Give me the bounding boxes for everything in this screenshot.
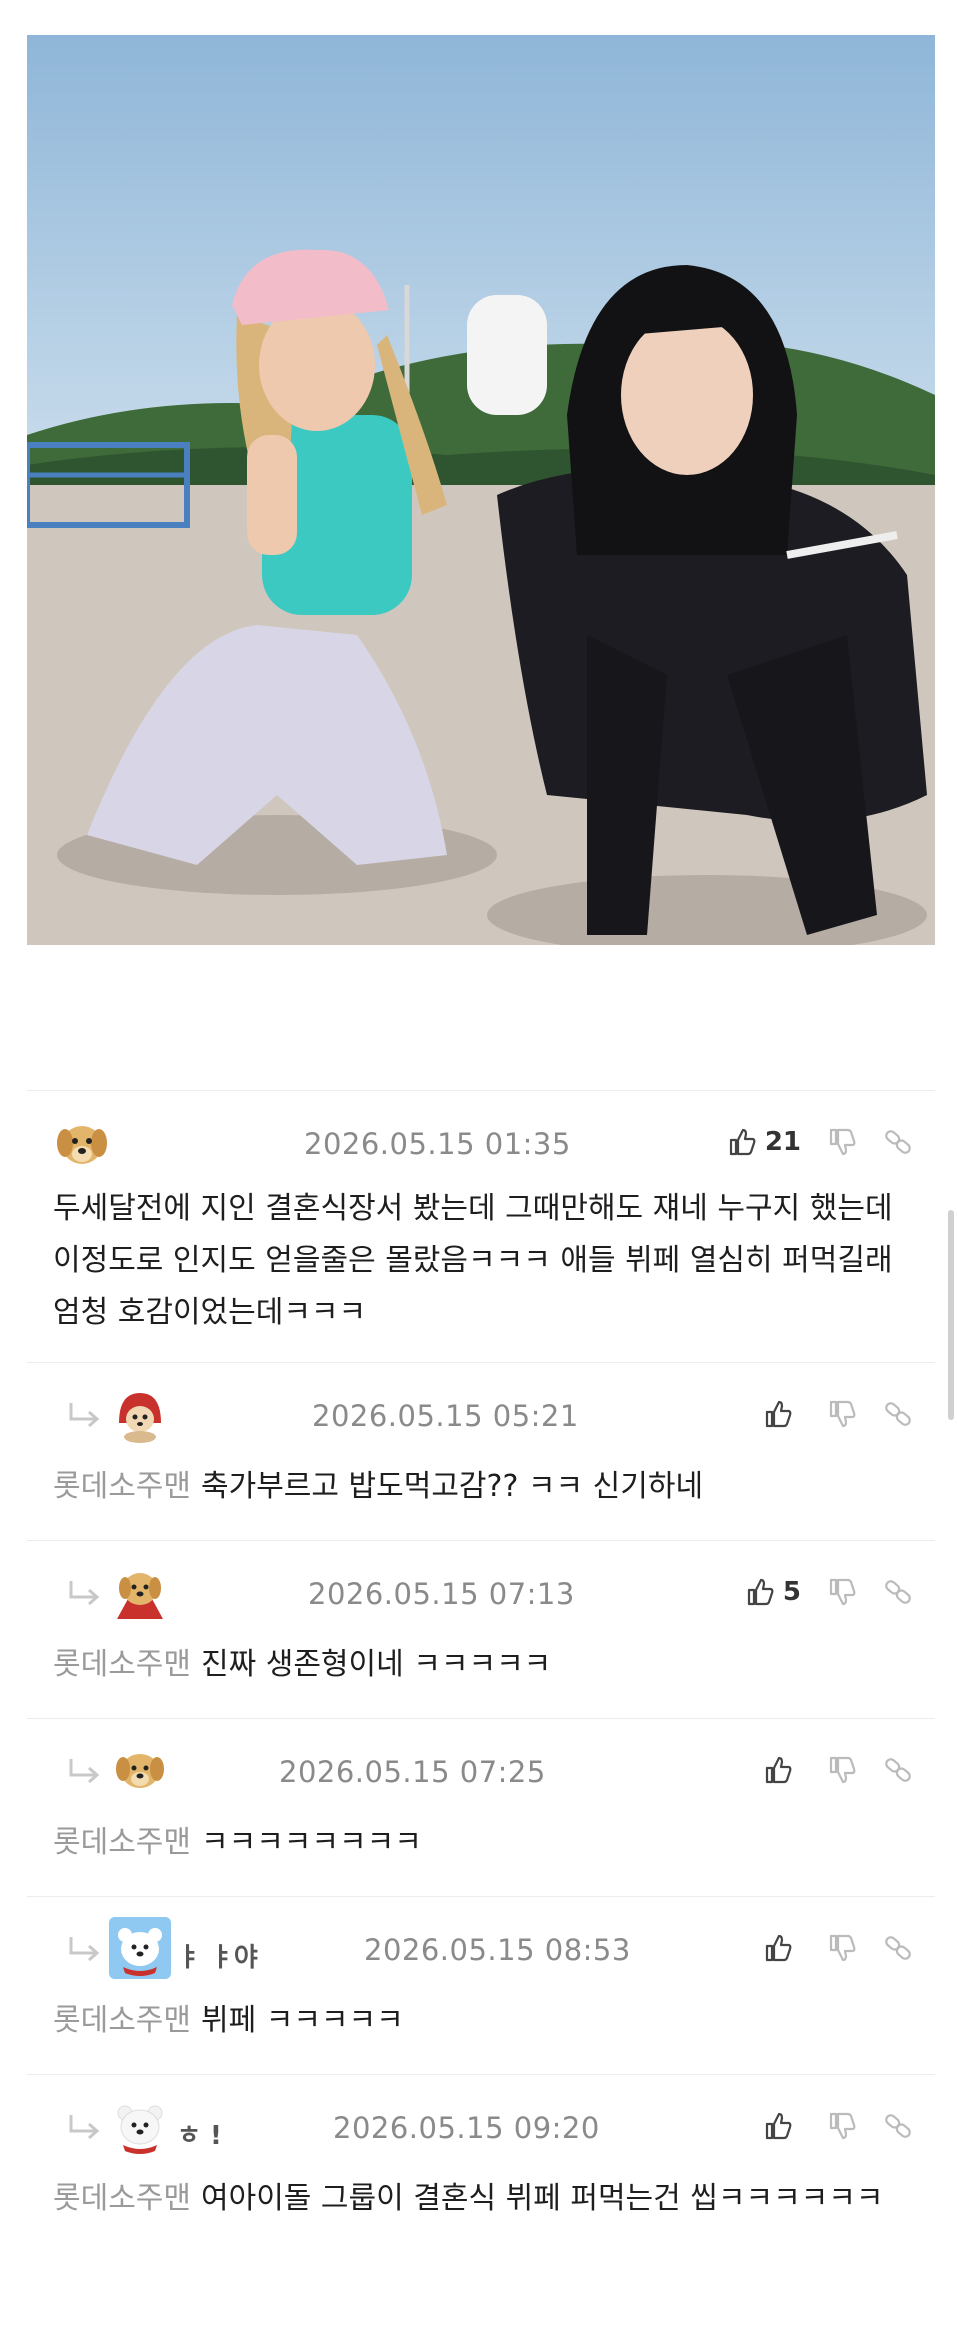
thumbs-up-icon: [729, 1128, 756, 1156]
reply-text: 축가부르고 밥도먹고감?? ㅋㅋ 신기하네: [201, 1469, 704, 1504]
reply-mention[interactable]: 롯데소주맨: [53, 1825, 191, 1860]
reply-mention[interactable]: 롯데소주맨: [53, 2181, 191, 2216]
comment: 2026.05.15 01:35 21 두세달전에 지인 결혼식장서 봤는데 그…: [27, 1090, 935, 1362]
comment-header: 2026.05.15 07:13 5: [27, 1541, 935, 1631]
username-partial[interactable]: ㅎ !: [177, 2115, 222, 2152]
thumbs-down-icon: [829, 1756, 856, 1784]
like-button[interactable]: 5: [745, 1577, 801, 1607]
reply-mention[interactable]: 롯데소주맨: [53, 1469, 191, 1504]
comment-date: 2026.05.15 08:53: [364, 1933, 631, 1967]
link-icon: [885, 1580, 911, 1604]
like-button[interactable]: [763, 1399, 801, 1429]
like-button[interactable]: [763, 1933, 801, 1963]
username-redacted: [181, 1567, 291, 1615]
reply-arrow-icon: [69, 1581, 100, 1605]
comment-actions: 5: [719, 1575, 913, 1609]
reply-arrow-icon: [69, 1937, 100, 1961]
comment-text: 두세달전에 지인 결혼식장서 봤는데 그때만해도 쟤네 누구지 했는데 이정도로…: [53, 1191, 893, 1330]
link-icon: [885, 2114, 911, 2138]
reply-text: 진짜 생존형이네 ㅋㅋㅋㅋㅋ: [201, 1647, 552, 1682]
reply-comment: ㅑ ㅑ야 2026.05.15 08:53 롯데소주맨 뷔페 ㅋㅋㅋㅋㅋ: [27, 1896, 935, 2074]
thumbs-up-icon: [765, 1756, 792, 1784]
comment-text: 롯데소주맨 여아이돌 그룹이 결혼식 뷔페 퍼먹는건 씹ㅋㅋㅋㅋㅋㅋ: [53, 2173, 895, 2225]
share-link-button[interactable]: [883, 1755, 913, 1785]
share-link-button[interactable]: [883, 2111, 913, 2141]
comment-header: 2026.05.15 01:35 21: [27, 1091, 935, 1181]
link-icon: [885, 1758, 911, 1782]
comment-text: 롯데소주맨 ㅋㅋㅋㅋㅋㅋㅋㅋ: [53, 1817, 895, 1869]
reply-arrow-icon: [69, 1403, 100, 1427]
comment-header: ㅑ ㅑ야 2026.05.15 08:53: [27, 1897, 935, 1987]
thumbs-up-icon: [765, 1934, 792, 1962]
dislike-button[interactable]: [827, 1933, 857, 1963]
comment-text: 롯데소주맨 축가부르고 밥도먹고감?? ㅋㅋ 신기하네: [53, 1461, 895, 1513]
comment-date: 2026.05.15 07:25: [279, 1755, 546, 1789]
reply-text: 뷔페 ㅋㅋㅋㅋㅋ: [201, 2003, 404, 2038]
like-count: 21: [764, 1127, 801, 1157]
like-button[interactable]: 21: [727, 1127, 801, 1157]
comment-date: 2026.05.15 01:35: [304, 1127, 571, 1161]
thumbs-down-icon: [829, 1934, 856, 1962]
reply-comment: 2026.05.15 07:13 5 롯데소주맨 진짜 생존형이네 ㅋㅋㅋㅋㅋ: [27, 1540, 935, 1718]
reply-arrow-icon: [69, 2115, 100, 2139]
link-icon: [885, 1130, 911, 1154]
like-button[interactable]: [763, 2111, 801, 2141]
scrollbar[interactable]: [948, 1210, 954, 1420]
comment-text: 롯데소주맨 뷔페 ㅋㅋㅋㅋㅋ: [53, 1995, 895, 2047]
post-photo[interactable]: [27, 35, 935, 945]
reply-comment: 2026.05.15 07:25 롯데소주맨 ㅋㅋㅋㅋㅋㅋㅋㅋ: [27, 1718, 935, 1896]
comment-header: ㅎ ! 2026.05.15 09:20: [27, 2075, 935, 2165]
comment-date: 2026.05.15 09:20: [333, 2111, 600, 2145]
comment-header: 2026.05.15 07:25: [27, 1719, 935, 1809]
share-link-button[interactable]: [883, 1127, 913, 1157]
polar-bear-avatar-icon[interactable]: [109, 1917, 171, 1979]
dislike-button[interactable]: [827, 1127, 857, 1157]
share-link-button[interactable]: [883, 1399, 913, 1429]
red-hood-dog-avatar-icon[interactable]: [109, 1383, 171, 1445]
dislike-button[interactable]: [827, 2111, 857, 2141]
reply-text: 여아이돌 그룹이 결혼식 뷔페 퍼먹는건 씹ㅋㅋㅋㅋㅋㅋ: [201, 2181, 884, 2216]
comment-actions: [737, 1397, 913, 1431]
username-partial[interactable]: ㅑ ㅑ야: [177, 1937, 258, 1974]
comment-thread: 2026.05.15 01:35 21 두세달전에 지인 결혼식장서 봤는데 그…: [27, 1090, 935, 2284]
share-link-button[interactable]: [883, 1577, 913, 1607]
thumbs-up-icon: [765, 2112, 792, 2140]
comment-actions: [737, 1931, 913, 1965]
puppy-cape-avatar-icon[interactable]: [109, 1561, 171, 1623]
reply-comment: 2026.05.15 05:21 롯데소주맨 축가부르고 밥도먹고감?? ㅋㅋ 신…: [27, 1362, 935, 1540]
puppy-avatar-icon[interactable]: [51, 1111, 113, 1173]
link-icon: [885, 1402, 911, 1426]
thumbs-up-icon: [765, 1400, 792, 1428]
username-redacted: [123, 1117, 293, 1165]
dislike-button[interactable]: [827, 1399, 857, 1429]
reply-mention[interactable]: 롯데소주맨: [53, 2003, 191, 2038]
thumbs-down-icon: [829, 1400, 856, 1428]
reply-text: ㅋㅋㅋㅋㅋㅋㅋㅋ: [201, 1825, 422, 1860]
comment-actions: [737, 2109, 913, 2143]
comment-date: 2026.05.15 05:21: [312, 1399, 579, 1433]
dislike-button[interactable]: [827, 1577, 857, 1607]
share-link-button[interactable]: [883, 1933, 913, 1963]
username-redacted: [181, 1389, 301, 1437]
polar-bear-avatar-icon[interactable]: [109, 2095, 171, 2157]
reply-mention[interactable]: 롯데소주맨: [53, 1647, 191, 1682]
thumbs-down-icon: [829, 1128, 856, 1156]
comment-actions: 21: [701, 1125, 913, 1159]
comment-actions: [737, 1753, 913, 1787]
reply-comment: ㅎ ! 2026.05.15 09:20 롯데소주맨 여아이돌 그룹이 결혼식 뷔…: [27, 2074, 935, 2284]
username-redacted: [181, 1745, 271, 1793]
dislike-button[interactable]: [827, 1755, 857, 1785]
thumbs-down-icon: [829, 1578, 856, 1606]
reply-arrow-icon: [69, 1759, 100, 1783]
thumbs-down-icon: [829, 2112, 856, 2140]
comment-date: 2026.05.15 07:13: [308, 1577, 575, 1611]
link-icon: [885, 1936, 911, 1960]
like-count: 5: [782, 1577, 801, 1607]
comment-text: 롯데소주맨 진짜 생존형이네 ㅋㅋㅋㅋㅋ: [53, 1639, 895, 1691]
puppy-avatar-icon[interactable]: [109, 1739, 171, 1801]
comment-header: 2026.05.15 05:21: [27, 1363, 935, 1453]
like-button[interactable]: [763, 1755, 801, 1785]
thumbs-up-icon: [747, 1578, 774, 1606]
